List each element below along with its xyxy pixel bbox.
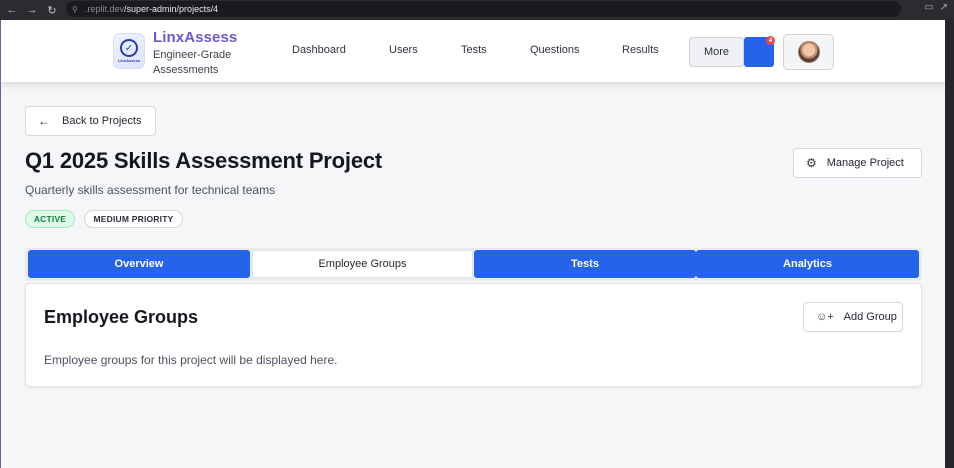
lock-icon: ⚲ [72,4,78,14]
app-logo[interactable]: ✓ LinxAssess [113,33,145,69]
nav-tests[interactable]: Tests [461,44,487,56]
manage-button-label: Manage Project [826,157,904,169]
back-button-label: Back to Projects [62,115,142,127]
more-button[interactable]: More [689,37,744,67]
page-subtitle: Quarterly skills assessment for technica… [25,183,276,197]
back-to-projects-button[interactable]: ← Back to Projects [25,106,156,136]
tab-analytics[interactable]: Analytics [696,250,919,278]
nav-questions[interactable]: Questions [530,44,580,56]
check-badge-icon: ✓ [120,39,138,57]
brand-tagline-2: Assessments [153,64,219,76]
manage-project-button[interactable]: ⚙ Manage Project [793,148,922,178]
page-title: Q1 2025 Skills Assessment Project [25,148,383,173]
brand-tagline-1: Engineer-Grade [153,49,232,61]
gear-icon: ⚙ [806,156,817,170]
card-description: Employee groups for this project will be… [44,353,338,367]
user-plus-icon: ☺+ [816,311,834,323]
cast-icon[interactable]: ▭ [924,2,933,13]
reload-icon[interactable]: ↻ [44,2,60,18]
card-title: Employee Groups [44,307,199,327]
brand-name[interactable]: LinxAssess [153,29,237,46]
share-icon[interactable]: ↗ [940,2,948,13]
arrow-left-icon: ← [38,114,50,128]
status-badge: ACTIVE [25,210,75,228]
avatar [797,41,820,63]
tab-tests[interactable]: Tests [474,250,696,278]
forward-icon[interactable]: → [24,2,40,18]
back-icon[interactable]: ← [4,2,20,18]
tab-employee-groups[interactable]: Employee Groups [252,250,473,278]
add-group-label: Add Group [843,311,897,323]
tab-list: Overview Employee Groups Tests Analytics [25,248,922,281]
add-group-button[interactable]: ☺+ Add Group [803,302,903,332]
brand: LinxAssess Engineer-Grade Assessments [153,29,237,78]
url-path: /super-admin/projects/4 [124,4,219,14]
nav-results[interactable]: Results [622,44,659,56]
notification-count-badge: 4 [766,36,775,45]
logo-mini-text: LinxAssess [117,58,141,63]
employee-groups-card: Employee Groups ☺+ Add Group Employee gr… [25,283,922,387]
tab-overview[interactable]: Overview [28,250,250,278]
page-viewport: ✓ LinxAssess LinxAssess Engineer-Grade A… [0,20,945,468]
priority-badge: MEDIUM PRIORITY [84,210,183,228]
url-host: .replit.dev [85,4,125,14]
nav-users[interactable]: Users [389,44,418,56]
browser-toolbar: ← → ↻ ⚲ .replit.dev /super-admin/project… [0,0,954,20]
address-bar[interactable]: ⚲ .replit.dev /super-admin/projects/4 [66,1,901,17]
user-menu-button[interactable] [783,34,834,70]
window-edge [945,20,954,468]
top-navigation: ✓ LinxAssess LinxAssess Engineer-Grade A… [1,20,945,82]
nav-dashboard[interactable]: Dashboard [292,44,346,56]
